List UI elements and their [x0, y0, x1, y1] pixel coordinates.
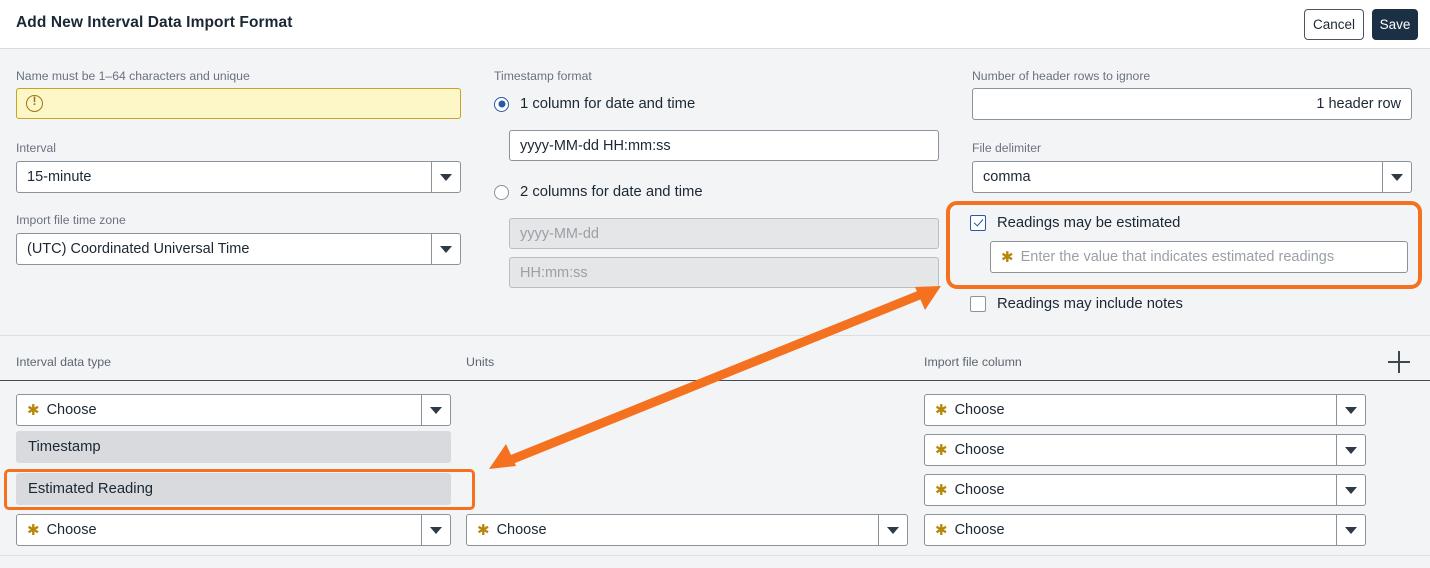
checkbox-readings-may-be-estimated[interactable]: Readings may be estimated	[970, 215, 1180, 231]
chevron-down-icon[interactable]	[421, 515, 450, 545]
page-header: Add New Interval Data Import Format Canc…	[0, 0, 1430, 49]
import-file-column-select-row-4[interactable]: ✱ Choose	[924, 514, 1366, 546]
required-asterisk-icon: ✱	[935, 441, 948, 459]
name-input[interactable]	[16, 88, 461, 119]
interval-data-type-value-row-4: ✱ Choose	[17, 515, 421, 545]
choose-placeholder: Choose	[46, 402, 97, 418]
units-value-row-4: ✱ Choose	[467, 515, 878, 545]
choose-placeholder: Choose	[954, 522, 1005, 538]
timestamp-format-value: yyyy-MM-dd HH:mm:ss	[520, 137, 671, 154]
header-rows-value: 1 header row	[1316, 96, 1401, 112]
file-delimiter-select[interactable]: comma	[972, 161, 1412, 193]
save-button[interactable]: Save	[1372, 9, 1418, 40]
required-asterisk-icon: ✱	[935, 521, 948, 539]
checkbox-checked-icon	[970, 215, 986, 231]
time-zone-label: Import file time zone	[16, 213, 126, 227]
import-file-column-select-row-2[interactable]: ✱ Choose	[924, 434, 1366, 466]
choose-placeholder: Choose	[954, 402, 1005, 418]
import-file-column-value-row-3: ✱ Choose	[925, 475, 1336, 505]
required-asterisk-icon: ✱	[477, 521, 490, 539]
estimated-value-input[interactable]: ✱ Enter the value that indicates estimat…	[990, 241, 1408, 273]
date-format-placeholder: yyyy-MM-dd	[520, 225, 599, 242]
checkbox-readings-may-include-notes[interactable]: Readings may include notes	[970, 296, 1183, 312]
import-file-column-value-row-2: ✱ Choose	[925, 435, 1336, 465]
name-field-label: Name must be 1–64 characters and unique	[16, 69, 250, 83]
required-asterisk-icon: ✱	[935, 481, 948, 499]
readings-notes-label: Readings may include notes	[997, 296, 1183, 312]
file-delimiter-label: File delimiter	[972, 141, 1042, 155]
interval-data-type-select-row-1[interactable]: ✱ Choose	[16, 394, 451, 426]
add-row-plus-icon[interactable]	[1388, 351, 1410, 373]
radio-one-column-for-date-and-time[interactable]: 1 column for date and time	[494, 96, 695, 112]
import-file-column-value-row-4: ✱ Choose	[925, 515, 1336, 545]
units-select-row-4[interactable]: ✱ Choose	[466, 514, 908, 546]
interval-data-type-select-row-4[interactable]: ✱ Choose	[16, 514, 451, 546]
choose-placeholder: Choose	[46, 522, 97, 538]
dropdown-option-timestamp[interactable]: Timestamp	[16, 431, 451, 463]
required-asterisk-icon: ✱	[27, 401, 40, 419]
warning-exclamation-circle-icon	[26, 94, 43, 112]
time-zone-select[interactable]: (UTC) Coordinated Universal Time	[16, 233, 461, 265]
cancel-button[interactable]: Cancel	[1304, 9, 1364, 40]
import-file-column-select-row-1[interactable]: ✱ Choose	[924, 394, 1366, 426]
table-bottom-divider	[0, 555, 1430, 556]
file-delimiter-value: comma	[983, 169, 1031, 185]
interval-value: 15-minute	[27, 169, 92, 185]
required-asterisk-icon: ✱	[27, 521, 40, 539]
time-format-input: HH:mm:ss	[509, 257, 939, 288]
import-format-page: Add New Interval Data Import Format Canc…	[0, 0, 1430, 568]
chevron-down-icon[interactable]	[431, 162, 460, 192]
required-asterisk-icon: ✱	[935, 401, 948, 419]
choose-placeholder: Choose	[954, 442, 1005, 458]
chevron-down-icon[interactable]	[1336, 515, 1365, 545]
chevron-down-icon[interactable]	[1336, 475, 1365, 505]
chevron-down-icon[interactable]	[1336, 395, 1365, 425]
radio-one-column-label: 1 column for date and time	[520, 96, 696, 112]
timestamp-format-input[interactable]: yyyy-MM-dd HH:mm:ss	[509, 130, 939, 161]
interval-data-type-value-row-1: ✱ Choose	[17, 395, 421, 425]
choose-placeholder: Choose	[496, 522, 547, 538]
radio-unselected-icon	[494, 184, 509, 200]
radio-two-columns-label: 2 columns for date and time	[520, 184, 703, 200]
table-header-rule	[0, 380, 1430, 381]
column-header-interval-data-type: Interval data type	[16, 355, 112, 369]
interval-select[interactable]: 15-minute	[16, 161, 461, 193]
readings-estimated-label: Readings may be estimated	[997, 215, 1181, 231]
dropdown-option-estimated-reading[interactable]: Estimated Reading	[16, 473, 451, 505]
import-file-column-value-row-1: ✱ Choose	[925, 395, 1336, 425]
table-top-divider	[0, 335, 1430, 336]
header-rows-input[interactable]: 1 header row	[972, 88, 1412, 120]
chevron-down-icon[interactable]	[1336, 435, 1365, 465]
chevron-down-icon[interactable]	[878, 515, 907, 545]
chevron-down-icon[interactable]	[431, 234, 460, 264]
chevron-down-icon[interactable]	[421, 395, 450, 425]
radio-two-columns-for-date-and-time[interactable]: 2 columns for date and time	[494, 184, 703, 200]
date-format-input: yyyy-MM-dd	[509, 218, 939, 249]
required-asterisk-icon: ✱	[1001, 248, 1014, 266]
checkbox-unchecked-icon	[970, 296, 986, 312]
column-header-import-file-column: Import file column	[924, 355, 1022, 369]
estimated-value-placeholder: Enter the value that indicates estimated…	[1020, 249, 1335, 265]
interval-label: Interval	[16, 141, 56, 155]
column-header-units: Units	[466, 355, 495, 369]
radio-selected-icon	[494, 96, 509, 112]
timestamp-format-label: Timestamp format	[494, 69, 592, 83]
import-file-column-select-row-3[interactable]: ✱ Choose	[924, 474, 1366, 506]
time-zone-value: (UTC) Coordinated Universal Time	[27, 241, 250, 257]
page-title: Add New Interval Data Import Format	[16, 14, 293, 31]
time-format-placeholder: HH:mm:ss	[520, 264, 588, 281]
chevron-down-icon[interactable]	[1382, 162, 1411, 192]
header-rows-label: Number of header rows to ignore	[972, 69, 1151, 83]
choose-placeholder: Choose	[954, 482, 1005, 498]
